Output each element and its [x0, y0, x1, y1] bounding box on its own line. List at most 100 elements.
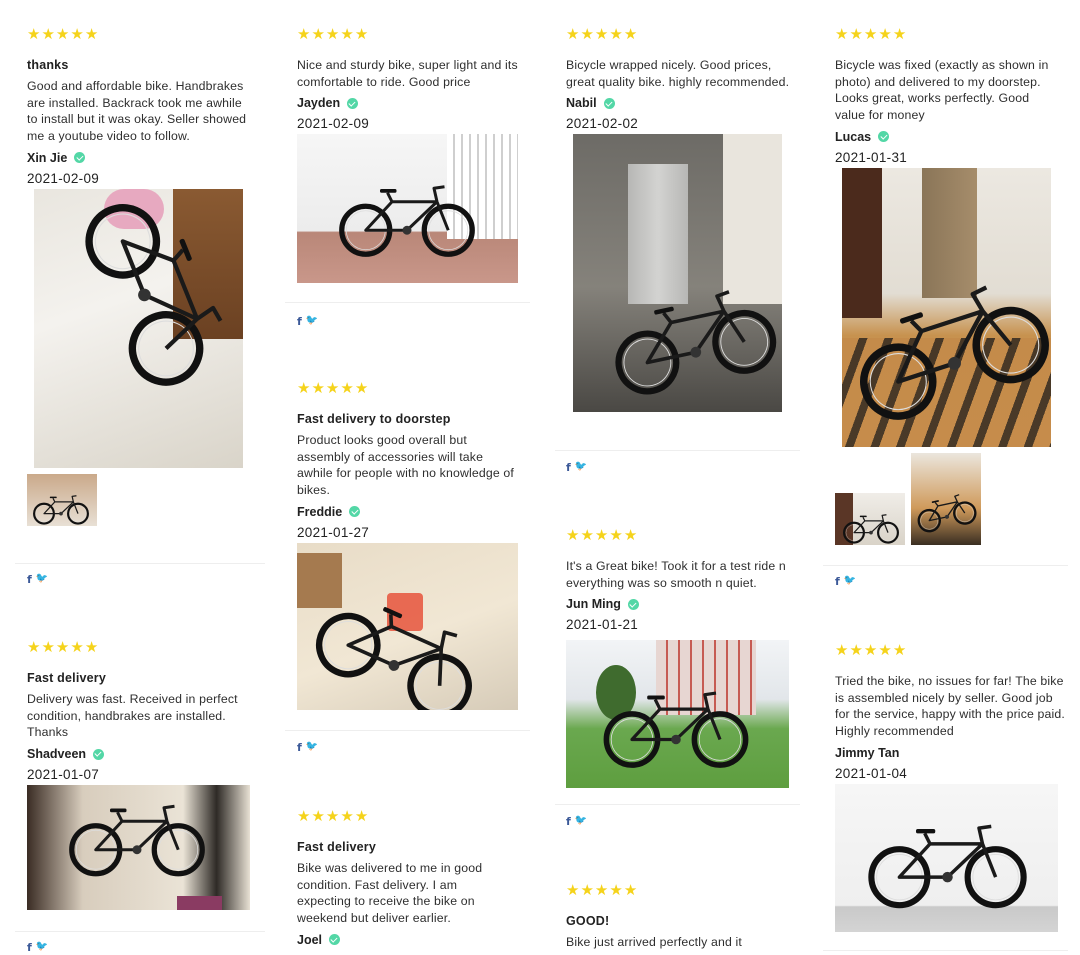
star-icon: ★ [55, 25, 70, 43]
facebook-icon[interactable]: f [297, 315, 302, 328]
star-rating: ★ ★ ★ ★ ★ [835, 26, 1080, 42]
review-photo[interactable] [34, 188, 243, 468]
author-name: Lucas [835, 129, 872, 144]
star-icon: ★ [354, 25, 369, 43]
review-photo[interactable] [297, 542, 518, 710]
verified-check-icon [347, 97, 359, 109]
author-name: Joel [297, 932, 323, 947]
review-date: 2021-01-27 [297, 524, 370, 540]
star-rating: ★ ★ ★ ★ ★ [297, 808, 547, 824]
twitter-icon[interactable]: 🐦 [306, 741, 318, 754]
star-rating: ★ ★ ★ ★ ★ [566, 26, 816, 42]
review-photo[interactable] [566, 640, 789, 789]
review-date: 2021-01-04 [835, 765, 908, 781]
review-photo[interactable] [27, 785, 250, 911]
star-icon: ★ [297, 25, 311, 43]
share-links: f 🐦 [566, 815, 587, 828]
review-body: Nice and sturdy bike, super light and it… [297, 58, 518, 89]
review-card: ★ ★ ★ ★ ★ Fast delivery Delivery was fast. R… [27, 638, 277, 911]
review-photo[interactable] [835, 783, 1058, 932]
twitter-icon[interactable]: 🐦 [575, 815, 587, 828]
star-icon: ★ [70, 638, 84, 656]
review-date: 2021-01-31 [835, 149, 908, 165]
star-icon: ★ [325, 379, 340, 397]
card-divider [15, 563, 265, 564]
facebook-icon[interactable]: f [297, 741, 302, 754]
author-name: Xin Jie [27, 150, 68, 165]
review-photo[interactable] [573, 134, 782, 413]
star-rating: ★ ★ ★ ★ ★ [297, 380, 547, 396]
star-rating: ★ ★ ★ ★ ★ [566, 882, 816, 898]
facebook-icon[interactable]: f [835, 575, 840, 588]
star-icon: ★ [835, 641, 849, 659]
facebook-icon[interactable]: f [566, 461, 571, 474]
star-rating: ★ ★ ★ ★ ★ [27, 26, 277, 42]
review-photo[interactable] [842, 167, 1051, 447]
review-date: 2021-01-21 [566, 617, 639, 633]
review-title: thanks [27, 58, 69, 72]
card-divider [555, 804, 800, 805]
review-author: Xin Jie [27, 151, 277, 165]
review-date: 2021-02-09 [27, 170, 100, 186]
share-links: f 🐦 [566, 461, 587, 474]
star-icon: ★ [609, 526, 623, 544]
facebook-icon[interactable]: f [27, 573, 32, 586]
door-frame-shape [842, 167, 882, 318]
star-icon: ★ [623, 526, 638, 544]
review-photo[interactable] [297, 134, 518, 284]
card-divider [823, 565, 1068, 566]
star-icon: ★ [892, 25, 907, 43]
twitter-icon[interactable]: 🐦 [306, 315, 318, 328]
card-divider [555, 450, 800, 451]
review-author: Nabil [566, 96, 816, 110]
star-icon: ★ [325, 807, 340, 825]
star-icon: ★ [566, 526, 580, 544]
star-icon: ★ [892, 641, 907, 659]
bicycle-image [332, 174, 482, 264]
author-name: Jimmy Tan [835, 745, 900, 760]
star-icon: ★ [594, 25, 609, 43]
twitter-icon[interactable]: 🐦 [36, 941, 48, 954]
star-icon: ★ [566, 881, 580, 899]
twitter-icon[interactable]: 🐦 [575, 461, 587, 474]
review-card: ★ ★ ★ ★ ★ Bicycle wrapped nicely. Good price… [566, 26, 816, 413]
star-icon: ★ [311, 807, 325, 825]
verified-check-icon [878, 131, 890, 143]
card-divider [15, 931, 265, 932]
author-name: Nabil [566, 96, 597, 111]
review-card: ★ ★ ★ ★ ★ Fast delivery to doorstep Product … [297, 380, 547, 710]
star-icon: ★ [566, 25, 580, 43]
twitter-icon[interactable]: 🐦 [844, 575, 856, 588]
review-body: Bicycle wrapped nicely. Good prices, gre… [566, 58, 790, 89]
twitter-icon[interactable]: 🐦 [36, 573, 48, 586]
star-icon: ★ [594, 526, 609, 544]
photo-thumbnail[interactable] [835, 492, 905, 545]
star-icon: ★ [340, 379, 354, 397]
review-date: 2021-01-07 [27, 767, 100, 783]
review-author: Shadveen [27, 747, 277, 761]
star-icon: ★ [580, 526, 594, 544]
photo-thumbnail[interactable] [911, 452, 981, 545]
star-icon: ★ [297, 379, 311, 397]
share-links: f 🐦 [27, 941, 48, 954]
star-icon: ★ [84, 25, 99, 43]
star-icon: ★ [580, 25, 594, 43]
author-name: Freddie [297, 504, 343, 519]
thumbnail-row [835, 452, 1080, 545]
card-divider [285, 730, 530, 731]
review-title: Fast delivery [27, 671, 107, 685]
facebook-icon[interactable]: f [27, 941, 32, 954]
review-body: Bicycle was fixed (exactly as shown in p… [835, 58, 1049, 123]
bicycle-image [594, 267, 782, 412]
review-card: ★ ★ ★ ★ ★ Fast delivery Bike was delivered t… [297, 808, 547, 947]
star-icon: ★ [835, 25, 849, 43]
review-body: Good and affordable bike. Handbrakes are… [27, 79, 247, 144]
facebook-icon[interactable]: f [566, 815, 571, 828]
star-icon: ★ [84, 638, 99, 656]
star-icon: ★ [609, 25, 623, 43]
review-date: 2021-02-09 [297, 116, 370, 132]
photo-thumbnail[interactable] [27, 473, 97, 526]
review-body: Bike just arrived perfectly and it [566, 935, 742, 949]
bicycle-image [860, 814, 1035, 914]
star-icon: ★ [70, 25, 84, 43]
